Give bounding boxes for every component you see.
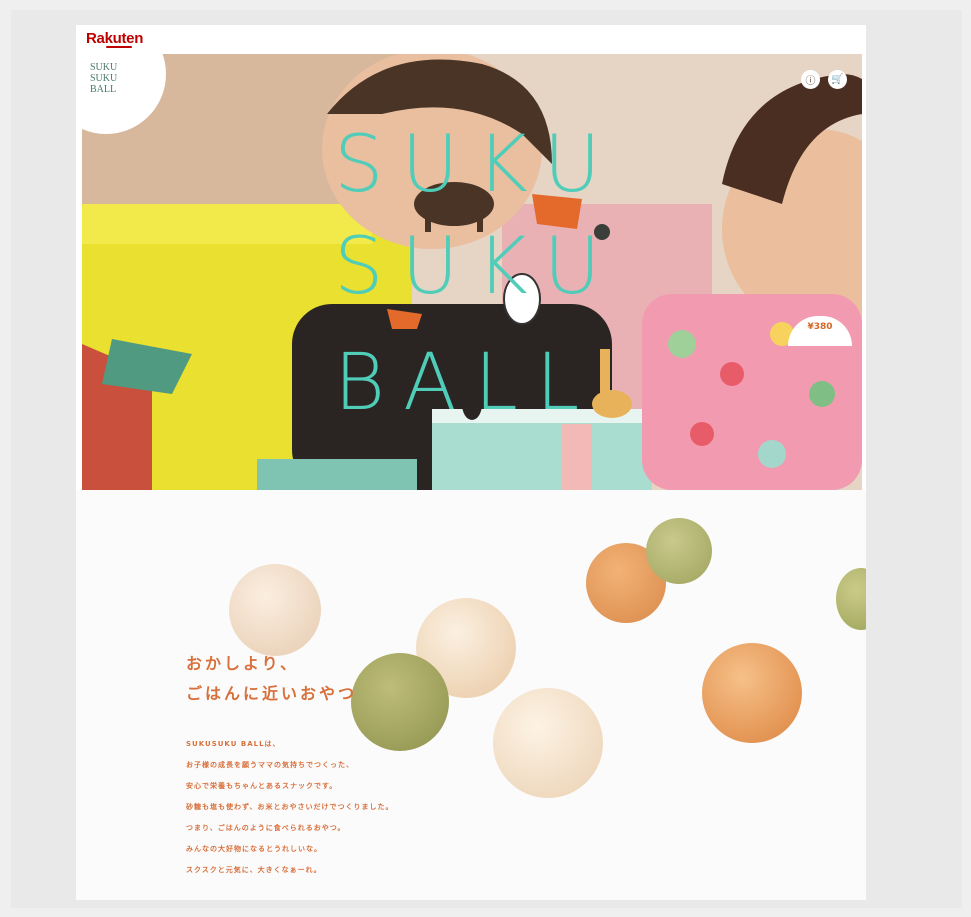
- rice-ball: [229, 564, 321, 656]
- rice-ball: [493, 688, 603, 798]
- rakuten-logo[interactable]: Rakuten: [86, 30, 143, 47]
- rakuten-logo-swoosh: [106, 46, 132, 48]
- copy-body-line: みんなの大好物になるとうれしいな。: [186, 845, 322, 853]
- copy-body-line: 安心で栄養もちゃんとあるスナックです。: [186, 782, 338, 790]
- brand-bar: Rakuten: [76, 25, 866, 54]
- spinach-ball: [836, 568, 866, 630]
- copy-heading-line-1: おかしより、: [186, 654, 300, 673]
- cart-icon[interactable]: 🛒: [828, 70, 847, 89]
- copy-body-line: つまり、ごはんのように食べられるおやつ。: [186, 824, 346, 832]
- carrot-ball: [702, 643, 802, 743]
- spinach-ball: [646, 518, 712, 584]
- info-icon[interactable]: ⓘ: [801, 70, 820, 89]
- copy-body-line: SUKUSUKU BALLは、: [186, 740, 281, 748]
- product-intro-section: おかしより、 ごはんに近いおやつ SUKUSUKU BALLは、 お子様の成長を…: [76, 490, 866, 900]
- copy-body-line: お子様の成長を願うママの気持ちでつくった、: [186, 761, 354, 769]
- hero-title-line-2: SUKU: [334, 222, 619, 312]
- copy-heading-line-2: ごはんに近いおやつ: [186, 684, 358, 703]
- copy-body-line: スクスクと元気に、大きくなぁーれ。: [186, 866, 322, 874]
- copy-body-line: 砂糖も塩も使わず、お米とおやさいだけでつくりました。: [186, 803, 394, 811]
- landing-page: Rakuten SUKU SUKU BALL ⓘ 🛒 SUKU SUKU BAL…: [76, 25, 866, 900]
- hero-title-line-3: BALL: [334, 338, 598, 428]
- hero-title-line-1: SUKU: [334, 120, 619, 210]
- spinach-ball: [351, 653, 449, 751]
- hero-section: SUKU SUKU BALL ⓘ 🛒 SUKU SUKU BALL ¥380: [82, 54, 862, 490]
- corner-logo-text: SUKU SUKU BALL: [90, 62, 118, 95]
